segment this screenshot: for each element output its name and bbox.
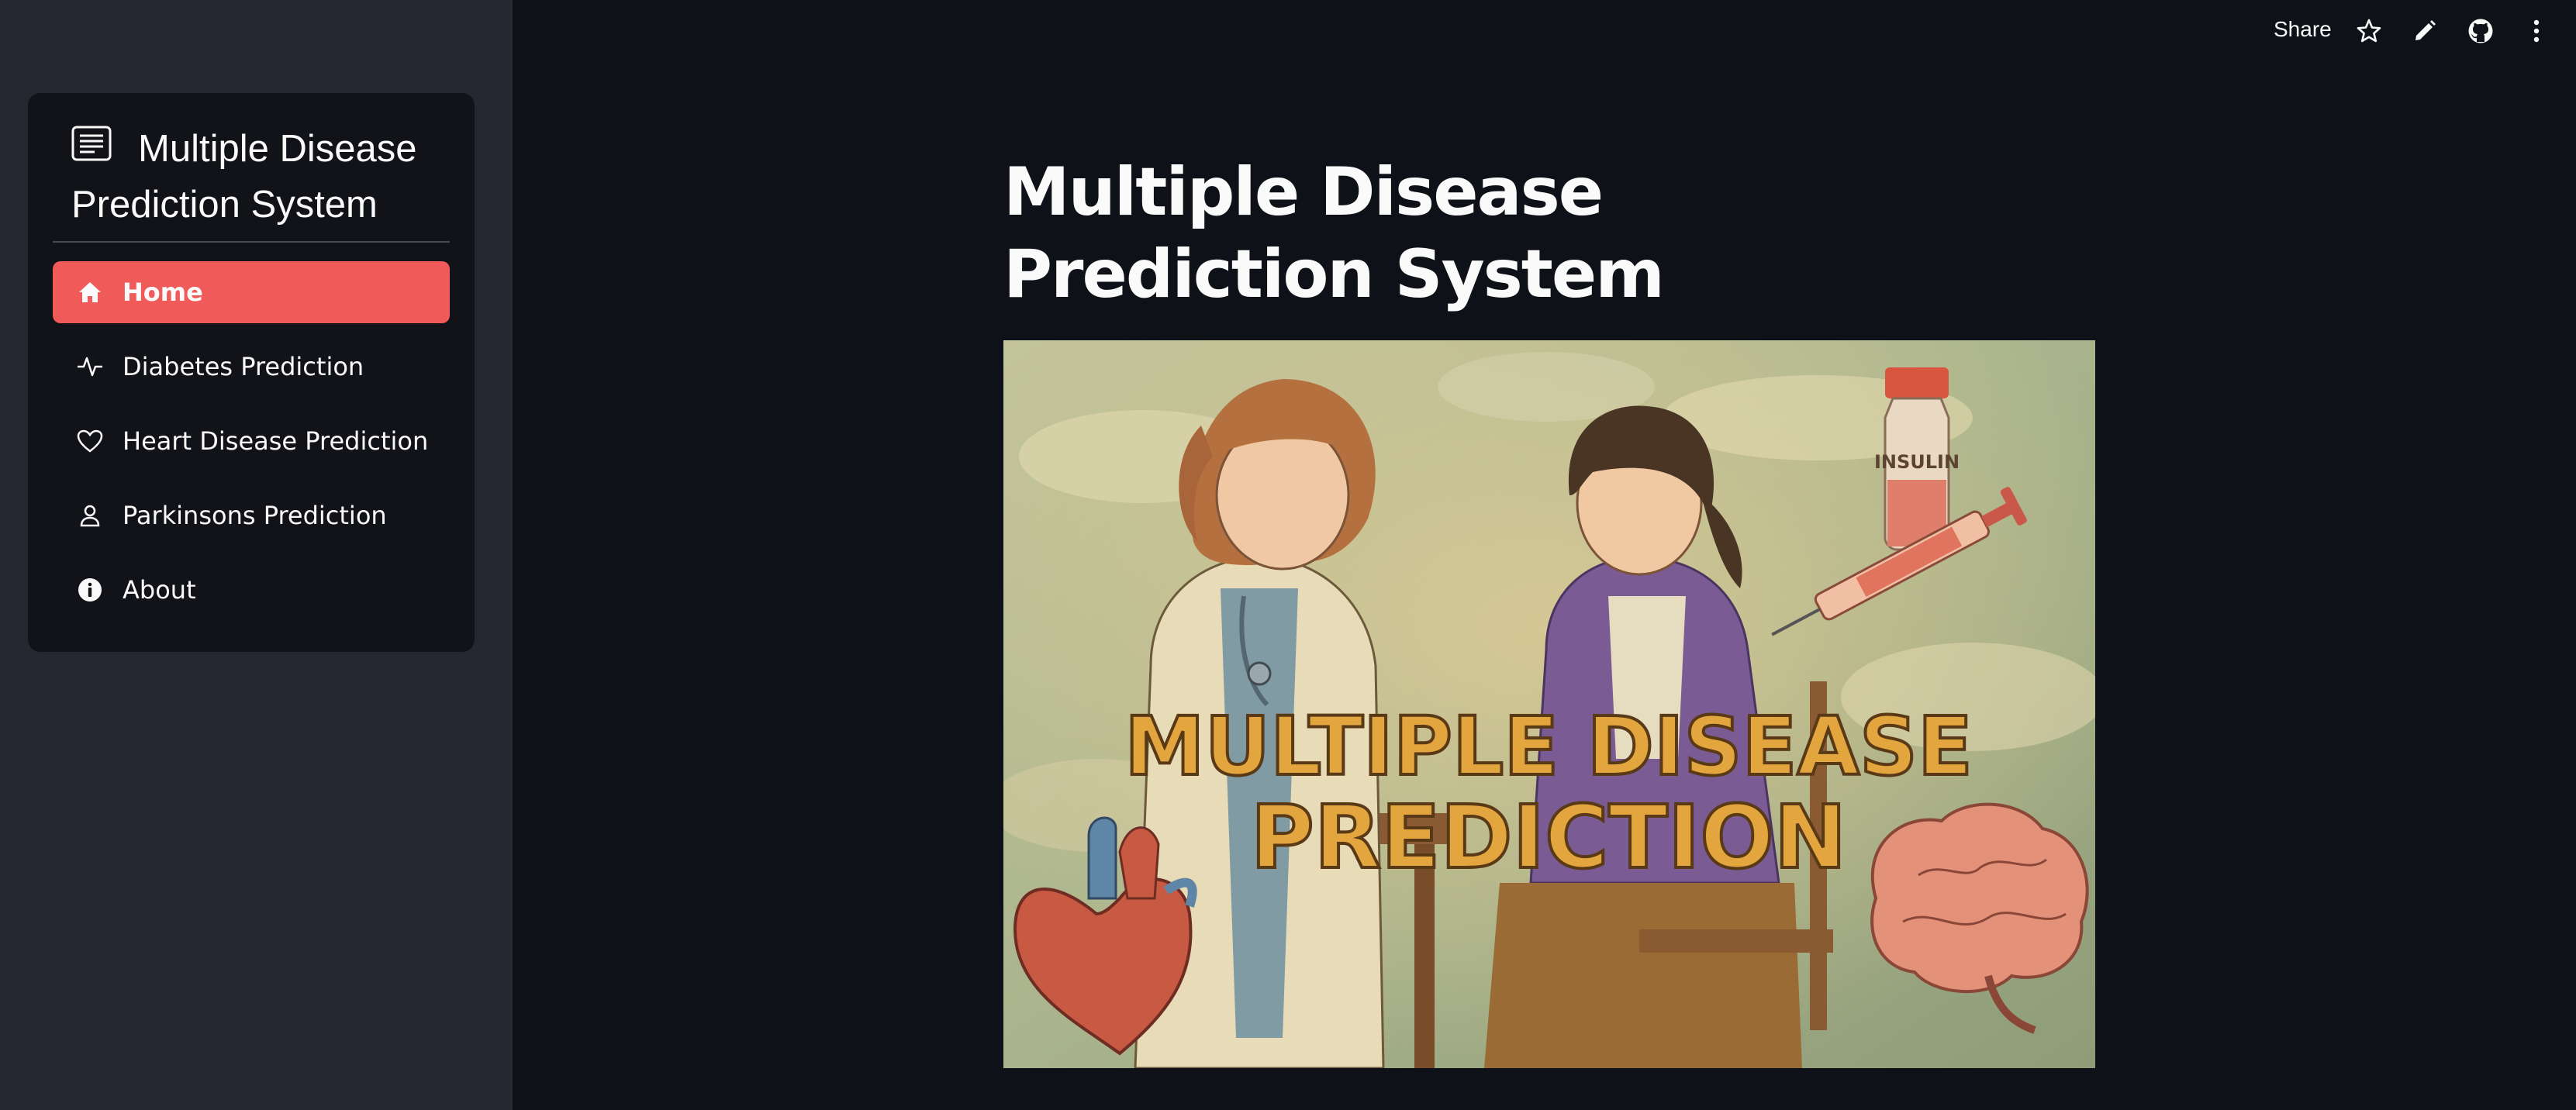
pencil-icon[interactable] <box>2411 17 2439 45</box>
menu-title: Multiple Disease Prediction System <box>71 128 417 226</box>
share-button[interactable]: Share <box>2274 17 2332 42</box>
github-icon[interactable] <box>2467 17 2495 45</box>
option-menu: Multiple Disease Prediction System Home … <box>28 93 475 652</box>
menu-divider <box>53 241 450 243</box>
nav-item-diabetes-prediction[interactable]: Diabetes Prediction <box>53 336 450 398</box>
nav-label: Diabetes Prediction <box>123 352 364 381</box>
heart-icon <box>76 427 104 455</box>
nav-item-heart-disease-prediction[interactable]: Heart Disease Prediction <box>53 410 450 472</box>
hero-text-line2: PREDICTION <box>1251 788 1847 888</box>
activity-icon <box>76 353 104 381</box>
nav-label: About <box>123 575 196 605</box>
sidebar: Multiple Disease Prediction System Home … <box>0 0 513 1110</box>
nav-item-parkinsons-prediction[interactable]: Parkinsons Prediction <box>53 484 450 546</box>
nav-label: Heart Disease Prediction <box>123 426 429 456</box>
page-title: Multiple Disease Prediction System <box>1003 153 1665 313</box>
nav-label: Home <box>123 278 203 307</box>
house-icon <box>76 278 104 306</box>
hero-image: INSULIN MULTIPLE DISEASE PREDICTION <box>1003 340 2095 1068</box>
hero-text-line1: MULTIPLE DISEASE <box>1124 699 1973 794</box>
nav-item-about[interactable]: About <box>53 559 450 621</box>
star-icon[interactable] <box>2355 17 2383 45</box>
bottle-label: INSULIN <box>1874 451 1960 473</box>
nav-item-home[interactable]: Home <box>53 261 450 323</box>
more-vertical-icon[interactable] <box>2522 17 2550 45</box>
person-icon <box>76 502 104 529</box>
nav-label: Parkinsons Prediction <box>123 501 387 530</box>
info-circle-icon <box>76 576 104 604</box>
